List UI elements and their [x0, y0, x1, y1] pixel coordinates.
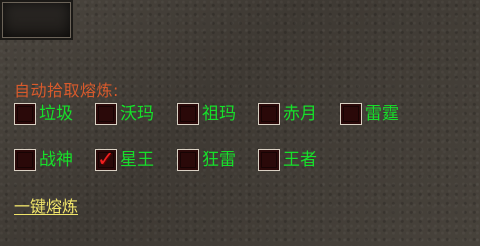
chiyue-checkbox[interactable]	[258, 103, 280, 125]
option-thunder[interactable]: 雷霆	[340, 101, 399, 127]
war-god-label: 战神	[39, 150, 73, 170]
thunder-label: 雷霆	[365, 104, 399, 124]
star-king-checkbox[interactable]: ✓	[95, 149, 117, 171]
option-star-king[interactable]: ✓ 星王	[95, 147, 154, 173]
crazy-thunder-label: 狂雷	[202, 150, 236, 170]
one-click-smelt-link[interactable]: 一键熔炼	[14, 193, 78, 217]
king-checkbox[interactable]	[258, 149, 280, 171]
zuma-label: 祖玛	[202, 104, 236, 124]
option-woma[interactable]: 沃玛	[95, 101, 154, 127]
option-garbage[interactable]: 垃圾	[14, 101, 73, 127]
woma-label: 沃玛	[120, 104, 154, 124]
crazy-thunder-checkbox[interactable]	[177, 149, 199, 171]
auto-pickup-smelting-title: 自动拾取熔炼:	[14, 81, 119, 100]
chiyue-label: 赤月	[283, 104, 317, 124]
garbage-label: 垃圾	[39, 104, 73, 124]
war-god-checkbox[interactable]	[14, 149, 36, 171]
item-slot[interactable]	[0, 0, 73, 40]
option-crazy-thunder[interactable]: 狂雷	[177, 147, 236, 173]
thunder-checkbox[interactable]	[340, 103, 362, 125]
option-king[interactable]: 王者	[258, 147, 317, 173]
star-king-label: 星王	[120, 150, 154, 170]
woma-checkbox[interactable]	[95, 103, 117, 125]
option-chiyue[interactable]: 赤月	[258, 101, 317, 127]
option-zuma[interactable]: 祖玛	[177, 101, 236, 127]
zuma-checkbox[interactable]	[177, 103, 199, 125]
option-war-god[interactable]: 战神	[14, 147, 73, 173]
king-label: 王者	[283, 150, 317, 170]
garbage-checkbox[interactable]	[14, 103, 36, 125]
checkmark-icon: ✓	[97, 147, 115, 171]
auto-smelting-panel: 自动拾取熔炼: 垃圾 沃玛 祖玛 赤月 雷霆 战神 ✓ 星王 狂雷 王者 一键熔…	[0, 0, 480, 246]
